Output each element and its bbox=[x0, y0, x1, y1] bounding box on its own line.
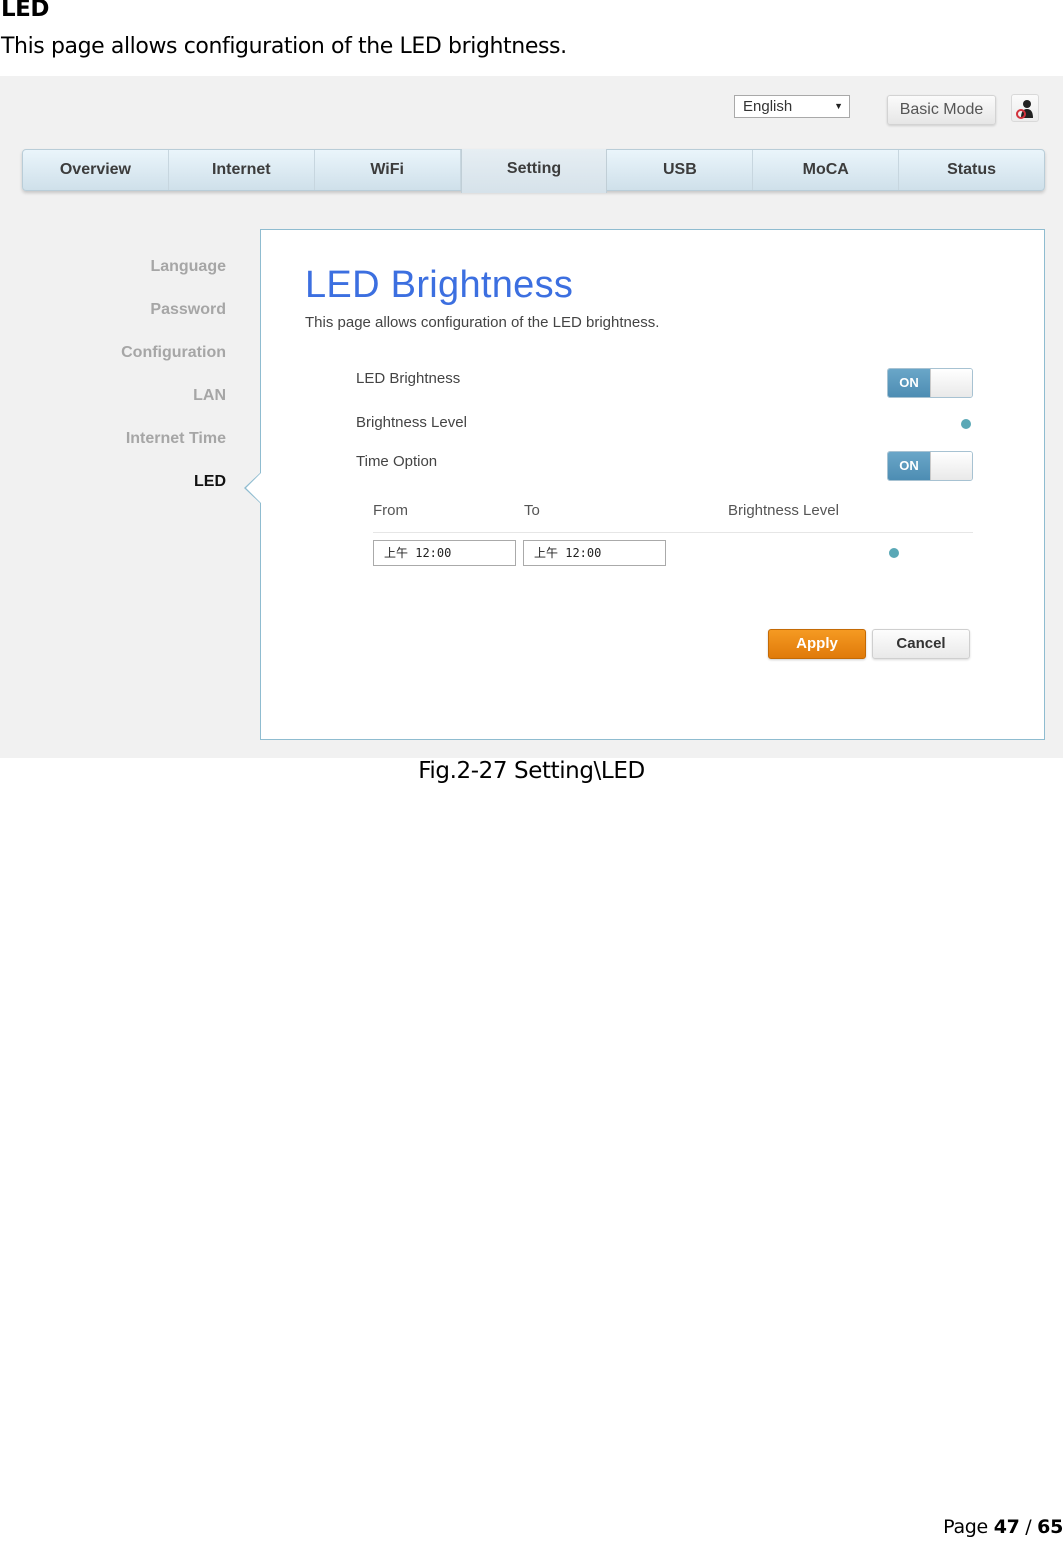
tab-overview[interactable]: Overview bbox=[23, 150, 169, 190]
basic-mode-button[interactable]: Basic Mode bbox=[887, 95, 996, 125]
toggle-knob bbox=[930, 369, 972, 397]
sidebar-item-language[interactable]: Language bbox=[121, 258, 226, 301]
toggle-on-label: ON bbox=[888, 369, 930, 397]
page-separator: / bbox=[1025, 1516, 1032, 1538]
tab-status[interactable]: Status bbox=[899, 150, 1044, 190]
page-current: 47 bbox=[993, 1516, 1020, 1538]
column-brightness-level: Brightness Level bbox=[728, 502, 839, 519]
user-icon bbox=[1016, 100, 1033, 119]
column-from: From bbox=[373, 502, 408, 519]
toggle-knob bbox=[930, 452, 972, 480]
doc-heading: LED bbox=[1, 0, 49, 22]
sidebar-item-led[interactable]: LED bbox=[121, 473, 226, 516]
from-time-input[interactable]: 上午 12:00 bbox=[373, 540, 516, 566]
apply-button[interactable]: Apply bbox=[768, 629, 866, 659]
panel-pointer bbox=[244, 472, 261, 504]
tab-moca[interactable]: MoCA bbox=[753, 150, 900, 190]
sidebar-item-password[interactable]: Password bbox=[121, 301, 226, 344]
sidebar: Language Password Configuration LAN Inte… bbox=[121, 258, 226, 516]
main-nav: Overview Internet WiFi Setting USB MoCA … bbox=[22, 149, 1045, 193]
tab-usb[interactable]: USB bbox=[607, 150, 754, 190]
to-time-input[interactable]: 上午 12:00 bbox=[523, 540, 666, 566]
user-button[interactable] bbox=[1011, 94, 1039, 122]
brightness-level-slider-handle[interactable] bbox=[961, 419, 971, 429]
tab-setting[interactable]: Setting bbox=[460, 149, 608, 193]
page-description: This page allows configuration of the LE… bbox=[305, 314, 660, 331]
content-panel: LED Brightness This page allows configur… bbox=[244, 229, 1045, 740]
brightness-level-label: Brightness Level bbox=[356, 414, 467, 431]
page-prefix: Page bbox=[943, 1516, 988, 1538]
doc-intro: This page allows configuration of the LE… bbox=[1, 34, 567, 59]
language-select[interactable]: English ▼ bbox=[734, 95, 850, 118]
language-value: English bbox=[743, 98, 793, 115]
figure-caption: Fig.2-27 Setting\LED bbox=[418, 758, 645, 784]
page-title: LED Brightness bbox=[305, 264, 574, 306]
page-footer: Page 47 / 65 bbox=[943, 1516, 1063, 1538]
dropdown-arrow-icon: ▼ bbox=[834, 101, 843, 111]
column-to: To bbox=[524, 502, 540, 519]
led-brightness-toggle[interactable]: ON bbox=[887, 368, 973, 398]
sidebar-item-configuration[interactable]: Configuration bbox=[121, 344, 226, 387]
page-total: 65 bbox=[1037, 1516, 1063, 1538]
tab-wifi[interactable]: WiFi bbox=[315, 150, 461, 190]
schedule-divider bbox=[373, 532, 973, 533]
sidebar-item-internet-time[interactable]: Internet Time bbox=[121, 430, 226, 473]
sidebar-item-lan[interactable]: LAN bbox=[121, 387, 226, 430]
time-option-toggle[interactable]: ON bbox=[887, 451, 973, 481]
cancel-button[interactable]: Cancel bbox=[872, 629, 970, 659]
toggle-on-label: ON bbox=[888, 452, 930, 480]
schedule-brightness-slider-handle[interactable] bbox=[889, 548, 899, 558]
router-screenshot: English ▼ Basic Mode Overview Internet W… bbox=[0, 76, 1063, 758]
tab-internet[interactable]: Internet bbox=[169, 150, 315, 190]
led-brightness-label: LED Brightness bbox=[356, 370, 461, 387]
time-option-label: Time Option bbox=[356, 453, 438, 470]
